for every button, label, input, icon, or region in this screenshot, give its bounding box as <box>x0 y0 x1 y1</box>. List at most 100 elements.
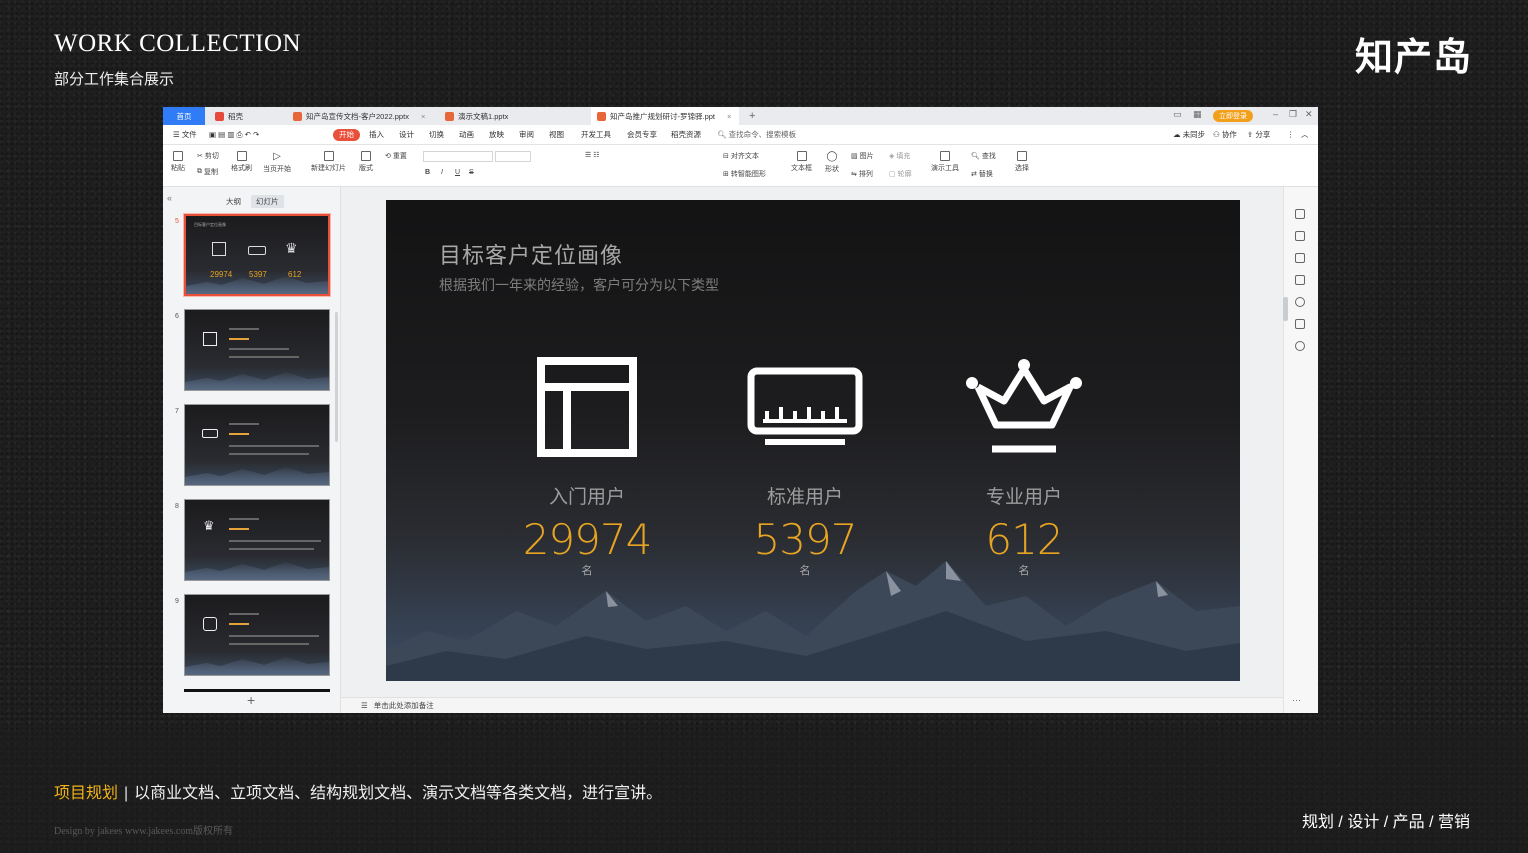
outline-button[interactable]: ▢ 轮廓 <box>889 169 912 179</box>
strikethrough-button[interactable]: S <box>469 169 474 176</box>
slide-thumbnail-6[interactable] <box>184 309 330 391</box>
grid-icon[interactable]: ▦ <box>1193 109 1202 120</box>
backup-icon[interactable] <box>1295 319 1305 329</box>
menu-review[interactable]: 审阅 <box>519 129 534 141</box>
canvas-scrollbar[interactable] <box>1283 297 1288 321</box>
tab-document-active[interactable]: 知产岛推广规划研讨-罗锦驿.ppt × <box>591 107 739 125</box>
menu-developer[interactable]: 开发工具 <box>581 129 611 141</box>
tab-slides[interactable]: 幻灯片 <box>251 195 284 208</box>
format-painter-button[interactable]: 格式刷 <box>231 151 252 173</box>
replace-button[interactable]: ⇄ 替换 <box>971 169 993 179</box>
slide-thumbnail-8[interactable]: ♛ <box>184 499 330 581</box>
close-icon[interactable]: × <box>421 112 425 121</box>
smart-art-button[interactable]: ⊞ 转智能图形 <box>723 169 766 179</box>
pane-scrollbar[interactable] <box>335 312 338 442</box>
tab-document[interactable]: 知产岛宣传文档-客户2022.pptx × <box>287 107 435 125</box>
current-slide[interactable]: 目标客户定位画像 根据我们一年来的经验，客户可分为以下类型 入门用户 29974… <box>386 200 1240 681</box>
close-window-icon[interactable]: ✕ <box>1305 109 1313 120</box>
layout-icon[interactable]: ▭ <box>1173 109 1182 120</box>
toolbar-quick-icons[interactable]: ▣ ▤ ▥ ⎙ ↶ ↷ <box>209 129 259 141</box>
magic-icon[interactable] <box>1295 209 1305 219</box>
slide-number: 8 <box>175 503 179 510</box>
more-icon[interactable]: ⋮ <box>1287 129 1295 141</box>
slide-thumbnail-5[interactable]: 目标客户定位画像 ♛ 29974 5397 612 <box>184 214 330 296</box>
slide-number: 5 <box>175 218 179 225</box>
sync-status[interactable]: ☁ 未同步 <box>1173 129 1205 141</box>
play-current-button[interactable]: ▷ 当页开始 <box>263 151 291 174</box>
font-size-select[interactable] <box>495 151 531 162</box>
collapse-ribbon-icon[interactable]: ︿ <box>1301 129 1309 141</box>
share-button[interactable]: ⇪ 分享 <box>1247 129 1270 141</box>
new-tab-button[interactable]: + <box>743 107 761 125</box>
more-icon[interactable]: ··· <box>1292 695 1301 705</box>
caption-highlight: 项目规划 <box>54 785 119 802</box>
reset-button[interactable]: ⟲ 重置 <box>385 151 407 161</box>
slide-thumbnail-9[interactable] <box>184 594 330 676</box>
docer-icon <box>215 111 224 121</box>
command-search[interactable]: 🔍︎ 查找命令、搜索模板 <box>717 129 796 141</box>
pin-icon[interactable] <box>1295 253 1305 263</box>
menu-member[interactable]: 会员专享 <box>627 129 657 141</box>
tab-home[interactable]: 首页 <box>163 107 205 125</box>
copy-button[interactable]: ⧉ 复制 <box>197 167 218 177</box>
location-icon[interactable] <box>1295 341 1305 351</box>
ppt-icon <box>445 111 454 121</box>
menu-docer-resources[interactable]: 稻壳资源 <box>671 129 701 141</box>
collab-button[interactable]: ⚇ 协作 <box>1213 129 1237 141</box>
tab-outline[interactable]: 大纲 <box>221 195 246 208</box>
italic-button[interactable]: I <box>441 169 443 176</box>
help-icon[interactable] <box>1295 297 1305 307</box>
thumb-mountains <box>185 467 329 485</box>
menu-transition[interactable]: 切换 <box>429 129 444 141</box>
bullets-button[interactable]: ☰ ☷ <box>585 151 600 159</box>
minimize-icon[interactable]: – <box>1273 109 1278 119</box>
layout-button[interactable]: 版式 <box>359 151 373 173</box>
menu-design[interactable]: 设计 <box>399 129 414 141</box>
slide-title: 目标客户定位画像 <box>439 243 624 268</box>
thumb-line <box>229 348 289 350</box>
new-slide-button[interactable]: 新建幻灯片 <box>311 151 346 173</box>
collapse-pane-icon[interactable]: « <box>167 193 172 203</box>
layout-icon <box>537 357 637 457</box>
caption: 项目规划 | 以商业文档、立项文档、结构规划文档、演示文档等各类文档，进行宣讲。 <box>54 779 662 803</box>
tab-document[interactable]: 演示文稿1.pptx <box>439 107 577 125</box>
crown-icon: ♛ <box>203 518 215 533</box>
menu-animation[interactable]: 动画 <box>459 129 474 141</box>
slide-thumbnail-next[interactable] <box>184 689 330 692</box>
menu-home[interactable]: 开始 <box>333 129 360 141</box>
menu-file[interactable]: ☰ 文件 <box>173 129 197 141</box>
tab-label: 知产岛推广规划研讨-罗锦驿.ppt <box>610 111 716 121</box>
settings-sliders-icon[interactable] <box>1295 231 1305 241</box>
tab-docer[interactable]: 稻壳 <box>209 107 285 125</box>
arrange-button[interactable]: ⇋ 排列 <box>851 169 873 179</box>
font-name-select[interactable] <box>423 151 493 162</box>
segment-standard: 标准用户 5397 名 <box>705 352 905 578</box>
wps-window: 首页 稻壳 知产岛宣传文档-客户2022.pptx × 演示文稿1.pptx 知… <box>163 107 1318 713</box>
notes-area[interactable]: ☰ 单击此处添加备注 <box>341 697 1283 713</box>
caption-separator: | <box>124 785 129 802</box>
menu-insert[interactable]: 插入 <box>369 129 384 141</box>
login-button[interactable]: 立即登录 <box>1213 110 1253 122</box>
close-icon[interactable]: × <box>727 112 731 121</box>
credit-text: Design by jakees www.jakees.com版权所有 <box>54 826 234 837</box>
shape-button[interactable]: ◯ 形状 <box>825 151 839 174</box>
thumb-line <box>229 528 249 530</box>
bold-button[interactable]: B <box>425 169 430 176</box>
paste-icon <box>173 151 183 161</box>
text-box-button[interactable]: 文本框 <box>791 151 812 173</box>
add-slide-button[interactable]: + <box>247 692 255 708</box>
align-text-button[interactable]: ⊟ 对齐文本 <box>723 151 759 161</box>
picture-button[interactable]: ▨ 图片 <box>851 151 874 161</box>
select-button[interactable]: 选择 <box>1015 151 1029 173</box>
underline-button[interactable]: U <box>455 169 460 176</box>
menu-slideshow[interactable]: 放映 <box>489 129 504 141</box>
fill-button[interactable]: ◈ 填充 <box>889 151 910 161</box>
restore-icon[interactable]: ❐ <box>1289 109 1297 120</box>
slide-thumbnail-7[interactable] <box>184 404 330 486</box>
present-tools-button[interactable]: 演示工具 <box>931 151 959 173</box>
copy-icon[interactable] <box>1295 275 1305 285</box>
find-button[interactable]: 🔍︎ 查找 <box>971 151 996 161</box>
paste-button[interactable]: 粘贴 <box>171 151 185 173</box>
menu-view[interactable]: 视图 <box>549 129 564 141</box>
cut-button[interactable]: ✂ 剪切 <box>197 151 219 161</box>
